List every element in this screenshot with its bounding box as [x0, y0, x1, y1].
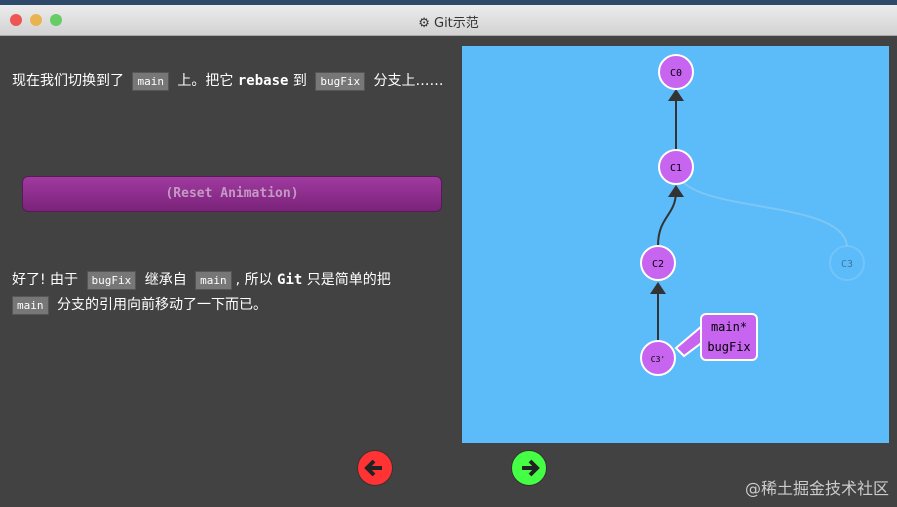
commit-c2[interactable]: C2: [640, 245, 676, 281]
svg-text:C3: C3: [841, 259, 853, 270]
instruction-text-2: 好了! 由于 bugFix 继承自 main, 所以 Git 只是简单的把 mai…: [12, 271, 391, 315]
commit-c3-prime[interactable]: C3': [640, 340, 676, 376]
svg-text:main*: main*: [711, 320, 747, 334]
window-title: Git示范: [434, 16, 479, 31]
instruction-text-1: 现在我们切换到了 main 上。把它 rebase 到 bugFix 分支上……: [12, 72, 444, 91]
watermark: @稀土掘金技术社区: [744, 479, 889, 498]
commit-c0[interactable]: C0: [658, 54, 694, 90]
forward-button[interactable]: [511, 450, 547, 486]
svg-text:C2: C2: [652, 259, 664, 270]
arrow-left-icon: [364, 459, 382, 477]
title-bar: ⚙ Git示范: [0, 5, 897, 36]
branch-label-main-bugfix[interactable]: main* bugFix: [700, 313, 758, 361]
svg-text:C0: C0: [670, 68, 682, 79]
reset-animation-button[interactable]: (Reset Animation): [22, 176, 442, 212]
commit-c3-faded[interactable]: C3: [829, 245, 865, 281]
arrow-right-icon: [522, 459, 540, 477]
app-window: ⚙ Git示范 现在我们切换到了 main 上。把它 rebase 到 bugF…: [0, 5, 897, 507]
svg-text:bugFix: bugFix: [707, 340, 750, 354]
svg-text:C3': C3': [651, 355, 665, 364]
back-button[interactable]: [357, 450, 393, 486]
commit-c1[interactable]: C1: [658, 149, 694, 185]
git-graph-canvas: C0 C1 C2 C3' C3 main* bugFix: [462, 46, 889, 443]
svg-text:C1: C1: [670, 163, 682, 174]
gear-icon: ⚙: [418, 16, 430, 31]
